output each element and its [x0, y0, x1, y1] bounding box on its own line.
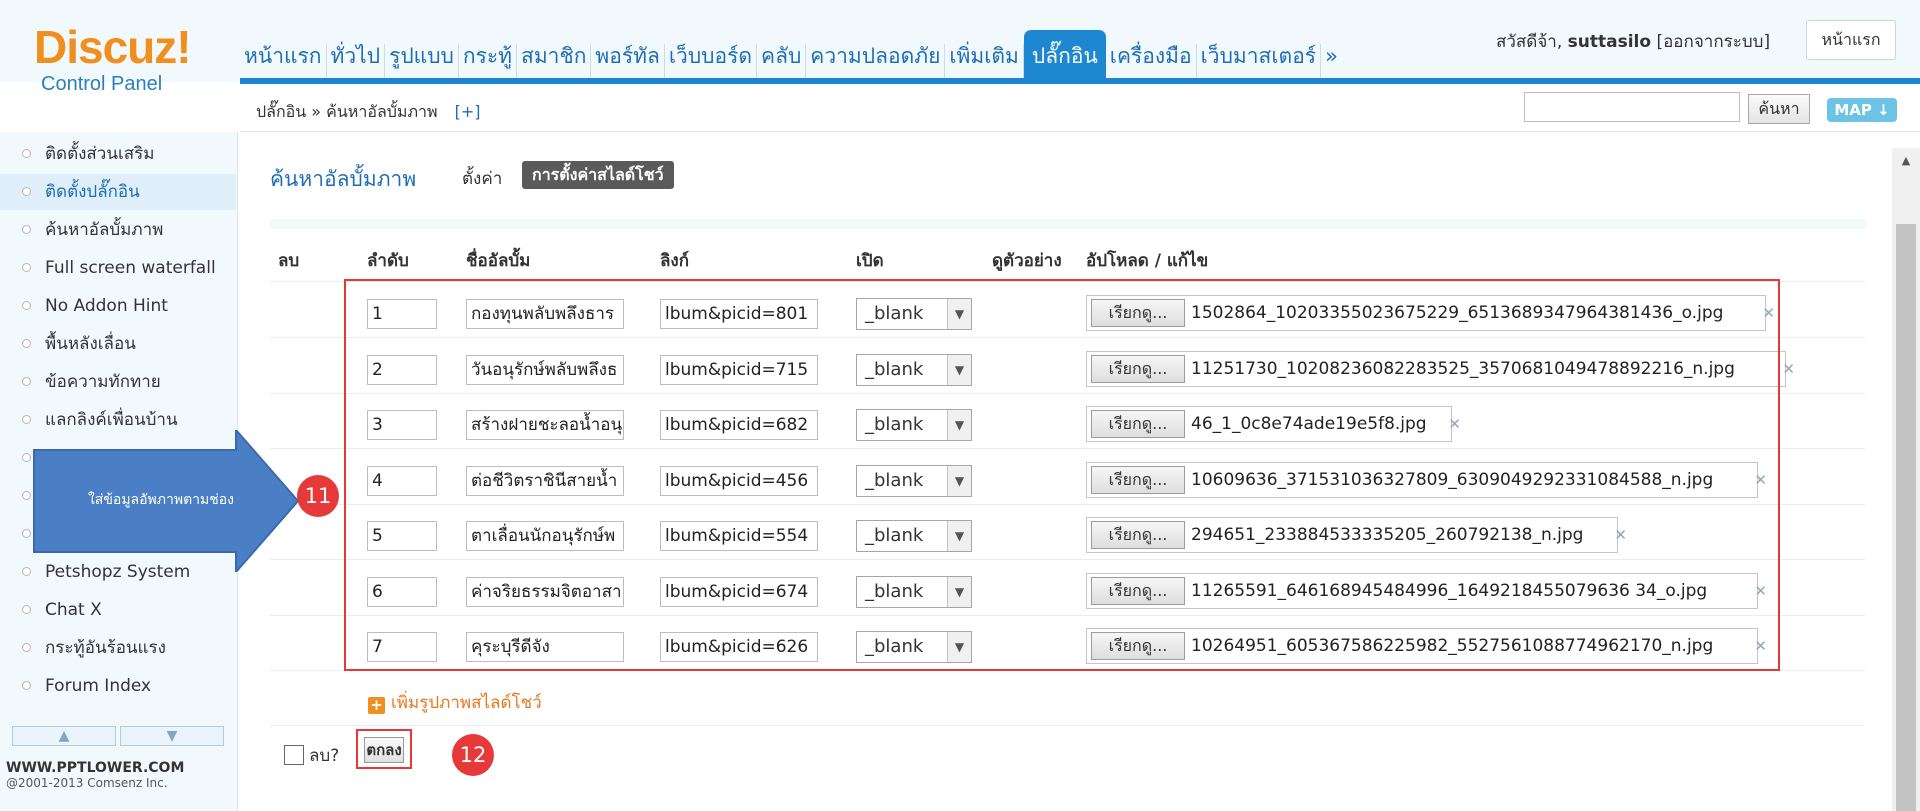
- sidebar-item[interactable]: No Addon Hint: [0, 288, 236, 324]
- user-area: สวัสดีจ้า, suttasilo [ออกจากระบบ]: [1496, 28, 1770, 55]
- page-title: ค้นหาอัลบั้มภาพ: [270, 167, 417, 191]
- sidebar-item[interactable]: Forum Index: [0, 668, 236, 704]
- sidebar-item-label: Chat X: [45, 600, 102, 620]
- header: Discuz! Control Panel หน้าแรก ทั่วไป รูปแบ…: [0, 0, 1920, 95]
- highlight-frame-rows: [344, 279, 1780, 671]
- breadcrumb: ปลั๊กอิน » ค้นหาอัลบั้มภาพ [+]: [256, 100, 481, 125]
- footer-logo-text: WWW.PPTLOWER.COM: [6, 760, 185, 776]
- bullet-icon: [22, 377, 31, 386]
- scrollbar-up-arrow-icon[interactable]: ▲: [1892, 148, 1920, 174]
- sidebar-item[interactable]: Chat X: [0, 592, 236, 628]
- bullet-icon: [22, 187, 31, 196]
- row-divider: [270, 725, 1865, 726]
- sidebar-item-label: ติดตั้งส่วนเสริม: [45, 144, 155, 164]
- bullet-icon: [22, 605, 31, 614]
- sidebar-item[interactable]: กระทู้อันร้อนแรง: [0, 630, 236, 666]
- column-header-album-name: ชื่ออัลบั้ม: [466, 251, 531, 271]
- scrollbar-thumb[interactable]: [1896, 224, 1916, 811]
- bullet-icon: [22, 263, 31, 272]
- plus-icon: +: [368, 697, 385, 714]
- sidebar-item[interactable]: ติดตั้งปลั๊กอิน: [0, 174, 236, 210]
- bullet-icon: [22, 339, 31, 348]
- bullet-icon: [22, 301, 31, 310]
- nav-item[interactable]: กระทู้: [459, 44, 517, 78]
- sidebar-item-label: แลกลิงค์เพื่อนบ้าน: [45, 410, 178, 430]
- nav-item[interactable]: คลับ: [757, 44, 807, 78]
- sidebar-item-label: Forum Index: [45, 676, 152, 696]
- bullet-icon: [22, 681, 31, 690]
- delete-checkbox-label: ลบ?: [309, 746, 340, 766]
- nav-item[interactable]: ทั่วไป: [327, 44, 386, 78]
- copyright-text: @2001-2013 Comsenz Inc.: [6, 776, 168, 790]
- bullet-icon: [22, 225, 31, 234]
- scroll-up-arrow-icon[interactable]: ▲: [12, 726, 116, 746]
- logout-link[interactable]: [ออกจากระบบ]: [1656, 32, 1770, 52]
- logo-subtitle: Control Panel: [41, 73, 163, 95]
- nav-item[interactable]: ความปลอดภัย: [806, 44, 946, 78]
- top-navigation: หน้าแรก ทั่วไป รูปแบบ กระทู้ สมาชิก พอร์ทัล เว…: [240, 22, 1342, 78]
- column-header-upload-edit: อัปโหลด / แก้ไข: [1086, 251, 1209, 271]
- step-badge-12: 12: [452, 734, 494, 776]
- sidebar-item-label: ติดตั้งปลั๊กอิน: [45, 182, 140, 202]
- search-button[interactable]: ค้นหา: [1748, 94, 1810, 124]
- sidebar-item-label: ค้นหาอัลบั้มภาพ: [45, 220, 164, 240]
- main-content: ค้นหาอัลบั้มภาพ ตั้งค่า การตั้งค่าสไลด์โ…: [240, 133, 1892, 811]
- sidebar-item-label: ข้อความทักทาย: [45, 372, 161, 392]
- username: suttasilo: [1567, 32, 1652, 52]
- bullet-icon: [22, 149, 31, 158]
- nav-item[interactable]: เครื่องมือ: [1106, 44, 1197, 78]
- sidebar-item[interactable]: ติดตั้งส่วนเสริม: [0, 136, 236, 172]
- logo-brand: Discuz!: [34, 21, 192, 73]
- bullet-icon: [22, 415, 31, 424]
- sidebar-item[interactable]: พื้นหลังเลื่อน: [0, 326, 236, 362]
- footer-logo: WWW.PPTLOWER.COM @2001-2013 Comsenz Inc.: [6, 760, 236, 800]
- column-header-link: ลิงก์: [660, 251, 690, 271]
- greeting-text: สวัสดีจ้า,: [1496, 32, 1563, 52]
- discuz-logo[interactable]: Discuz! Control Panel: [34, 22, 214, 96]
- sidebar-item[interactable]: Full screen waterfall: [0, 250, 236, 286]
- add-slideshow-image-link[interactable]: + เพิ่มรูปภาพสไลด์โชว์: [368, 689, 542, 716]
- remove-file-icon[interactable]: ✕: [1782, 353, 1795, 385]
- nav-item[interactable]: สมาชิก: [517, 44, 592, 78]
- nav-item[interactable]: »: [1321, 44, 1342, 78]
- submit-button[interactable]: ตกลง: [364, 737, 404, 763]
- sidebar-item[interactable]: ค้นหาอัลบั้มภาพ: [0, 212, 236, 248]
- nav-item[interactable]: พอร์ทัล: [591, 44, 665, 78]
- home-button[interactable]: หน้าแรก: [1806, 20, 1896, 60]
- page-scrollbar[interactable]: ▲: [1892, 148, 1920, 811]
- nav-item[interactable]: หน้าแรก: [240, 44, 327, 78]
- add-row-label: เพิ่มรูปภาพสไลด์โชว์: [391, 693, 542, 713]
- map-button[interactable]: MAP ↓: [1827, 98, 1897, 122]
- tab-slideshow-settings[interactable]: การตั้งค่าสไลด์โชว์: [522, 161, 674, 189]
- nav-item[interactable]: เว็บบอร์ด: [665, 44, 758, 78]
- table-top-band: [270, 219, 1865, 229]
- subheader: ปลั๊กอิน » ค้นหาอัลบั้มภาพ [+] ค้นหา MAP…: [240, 84, 1920, 132]
- callout-text: ใส่ข้อมูลอัพภาพตามช่อง: [87, 492, 235, 508]
- column-header-preview: ดูตัวอย่าง: [992, 251, 1062, 271]
- nav-item[interactable]: เพิ่มเติม: [945, 44, 1024, 78]
- nav-item[interactable]: เว็บมาสเตอร์: [1197, 44, 1322, 78]
- bullet-icon: [22, 643, 31, 652]
- step-badge-11: 11: [297, 475, 339, 517]
- scroll-down-arrow-icon[interactable]: ▼: [120, 726, 224, 746]
- sidebar-item-label: กระทู้อันร้อนแรง: [45, 638, 166, 658]
- nav-item[interactable]: รูปแบบ: [385, 44, 459, 78]
- delete-checkbox[interactable]: [284, 745, 304, 765]
- column-header-open: เปิด: [856, 251, 884, 271]
- control-panel-window: Discuz! Control Panel หน้าแรก ทั่วไป รูปแบ…: [0, 0, 1920, 811]
- sidebar-item-label: No Addon Hint: [45, 296, 168, 316]
- search-input[interactable]: [1524, 92, 1740, 122]
- sidebar-item-label: พื้นหลังเลื่อน: [45, 334, 136, 354]
- column-header-delete: ลบ: [278, 251, 300, 271]
- nav-item[interactable]: ปลั๊กอิน: [1023, 30, 1106, 78]
- sidebar-item[interactable]: ข้อความทักทาย: [0, 364, 236, 400]
- column-header-order: ลำดับ: [367, 251, 409, 271]
- add-shortcut-link[interactable]: [+]: [455, 102, 481, 121]
- tab-settings[interactable]: ตั้งค่า: [462, 165, 502, 192]
- breadcrumb-path: ปลั๊กอิน » ค้นหาอัลบั้มภาพ: [256, 102, 438, 121]
- sidebar-item-label: Full screen waterfall: [45, 258, 216, 278]
